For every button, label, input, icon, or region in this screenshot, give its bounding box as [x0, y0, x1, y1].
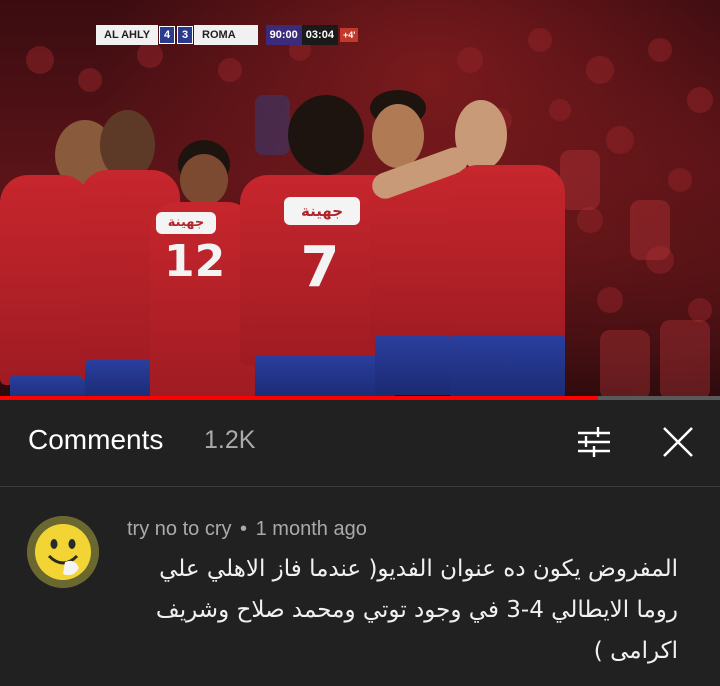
extra-time-badge: +4': [339, 28, 359, 42]
comment-meta: try no to cry • 1 month ago: [127, 518, 367, 541]
player-right: [368, 100, 570, 400]
sort-filter-icon: [578, 427, 610, 457]
comment-line: اكرامى ): [593, 638, 678, 664]
player-left: [0, 120, 115, 400]
away-score: 3: [177, 26, 194, 44]
jersey-number-7: 7: [300, 235, 340, 300]
scoreboard: AL AHLY 4 3 ROMA 90:00 03:04 +4': [96, 25, 359, 45]
jersey-number-12: 12: [164, 236, 226, 287]
close-comments-button[interactable]: [656, 420, 700, 464]
comment-line: المفروض يكون ده عنوان الفديو( عندما فاز …: [159, 556, 678, 582]
sort-filter-button[interactable]: [572, 420, 616, 464]
comment-body: المفروض يكون ده عنوان الفديو( عندما فاز …: [118, 549, 678, 672]
comments-header: Comments 1.2K: [0, 400, 720, 486]
home-team: AL AHLY: [96, 25, 159, 45]
smiley-face-avatar-icon: [27, 516, 99, 588]
home-score: 4: [159, 26, 176, 44]
comment-author[interactable]: try no to cry: [127, 518, 231, 540]
comment-item[interactable]: try no to cry • 1 month ago المفروض يكون…: [0, 487, 720, 686]
added-time: 03:04: [301, 25, 338, 45]
sponsor-badge: جهينة: [156, 212, 216, 234]
video-player[interactable]: جهينة 12 جهينة 7 AL AHLY 4 3 ROMA 90:00 …: [0, 0, 720, 400]
comments-title: Comments: [28, 424, 164, 455]
away-team: ROMA: [194, 25, 258, 45]
comment-line: روما الايطالي 4-3 في وجود توتي ومحمد صلا…: [155, 597, 678, 623]
comment-time: 1 month ago: [255, 518, 367, 540]
match-clock: 90:00: [265, 25, 302, 45]
sponsor-badge: جهينة: [284, 197, 360, 225]
comments-count: 1.2K: [204, 426, 256, 454]
close-icon: [663, 427, 693, 457]
meta-separator: •: [240, 518, 248, 540]
avatar[interactable]: [27, 516, 99, 588]
